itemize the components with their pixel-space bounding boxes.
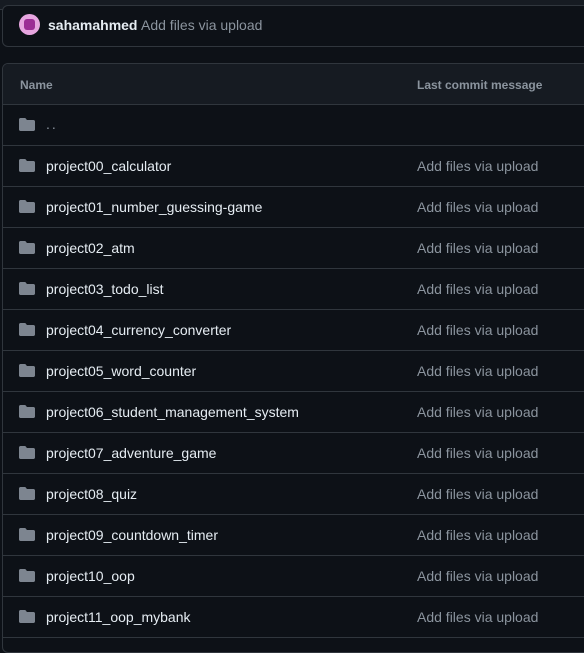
commit-message-link[interactable]: Add files via upload <box>417 281 538 298</box>
avatar-image <box>24 19 35 30</box>
folder-icon <box>19 569 35 582</box>
parent-directory-link[interactable]: .. <box>46 116 58 132</box>
table-row[interactable]: project10_oop Add files via upload <box>3 556 584 597</box>
folder-icon <box>19 446 35 459</box>
folder-icon <box>19 610 35 623</box>
table-row[interactable]: project01_number_guessing-game Add files … <box>3 187 584 228</box>
folder-icon <box>19 364 35 377</box>
table-row[interactable]: project08_quiz Add files via upload <box>3 474 584 515</box>
commit-author[interactable]: sahamahmed <box>48 16 137 34</box>
commit-message-link[interactable]: Add files via upload <box>417 199 538 216</box>
folder-icon <box>19 159 35 172</box>
folder-name-link[interactable]: project00_calculator <box>46 158 171 175</box>
folder-name-link[interactable]: project10_oop <box>46 568 135 585</box>
folder-name-link[interactable]: project05_word_counter <box>46 363 196 380</box>
folder-name-link[interactable]: project09_countdown_timer <box>46 527 218 544</box>
folder-icon <box>19 241 35 254</box>
table-row[interactable]: project00_calculator Add files via upload <box>3 146 584 187</box>
table-row[interactable]: project07_adventure_game Add files via up… <box>3 433 584 474</box>
table-header: Name Last commit message <box>3 64 584 105</box>
commit-message[interactable]: Add files via upload <box>141 16 262 34</box>
header-name: Name <box>20 78 53 92</box>
table-row[interactable]: project03_todo_list Add files via upload <box>3 269 584 310</box>
folder-icon <box>19 405 35 418</box>
table-row[interactable]: project09_countdown_timer Add files via u… <box>3 515 584 556</box>
folder-name-link[interactable]: project06_student_management_system <box>46 404 299 421</box>
table-row[interactable]: project04_currency_converter Add files vi… <box>3 310 584 351</box>
folder-name-link[interactable]: project07_adventure_game <box>46 445 216 462</box>
folder-icon <box>19 528 35 541</box>
commit-message-link[interactable]: Add files via upload <box>417 322 538 339</box>
folder-icon <box>19 118 35 131</box>
commit-message-link[interactable]: Add files via upload <box>417 445 538 462</box>
parent-directory-row[interactable]: .. <box>3 105 584 146</box>
commit-message-link[interactable]: Add files via upload <box>417 568 538 585</box>
folder-icon <box>19 200 35 213</box>
folder-icon <box>19 487 35 500</box>
commit-message-link[interactable]: Add files via upload <box>417 240 538 257</box>
table-row[interactable]: project02_atm Add files via upload <box>3 228 584 269</box>
table-row[interactable]: project06_student_management_system Add f… <box>3 392 584 433</box>
folder-name-link[interactable]: project04_currency_converter <box>46 322 231 339</box>
table-row[interactable]: project11_oop_mybank Add files via upload <box>3 597 584 638</box>
folder-name-link[interactable]: project02_atm <box>46 240 135 257</box>
commit-message-link[interactable]: Add files via upload <box>417 158 538 175</box>
commit-message-link[interactable]: Add files via upload <box>417 363 538 380</box>
folder-name-link[interactable]: project08_quiz <box>46 486 137 503</box>
file-table: Name Last commit message .. project00_ca… <box>2 63 584 653</box>
folder-name-link[interactable]: project01_number_guessing-game <box>46 199 262 216</box>
folder-icon <box>19 323 35 336</box>
header-last-commit-message: Last commit message <box>417 78 543 92</box>
commit-message-link[interactable]: Add files via upload <box>417 486 538 503</box>
commit-message-link[interactable]: Add files via upload <box>417 527 538 544</box>
folder-icon <box>19 282 35 295</box>
commit-message-link[interactable]: Add files via upload <box>417 404 538 421</box>
table-row[interactable]: project05_word_counter Add files via uplo… <box>3 351 584 392</box>
folder-name-link[interactable]: project11_oop_mybank <box>46 609 191 626</box>
folder-name-link[interactable]: project03_todo_list <box>46 281 164 298</box>
user-avatar[interactable] <box>19 14 40 35</box>
commit-message-link[interactable]: Add files via upload <box>417 609 538 626</box>
table-body: .. project00_calculator Add files via upl… <box>3 105 584 638</box>
